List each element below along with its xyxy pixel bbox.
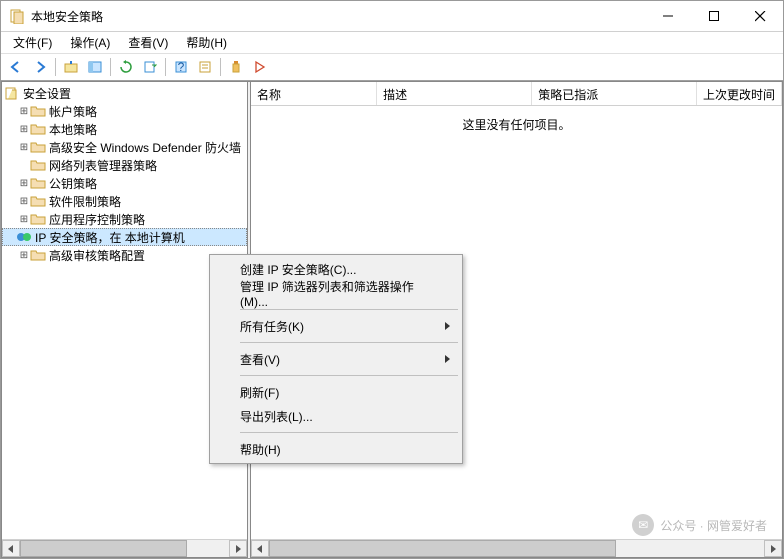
tree-label: IP 安全策略，在 本地计算机	[35, 229, 185, 246]
watermark-text: 公众号 · 网管爱好者	[660, 517, 767, 534]
separator	[240, 342, 458, 343]
ctx-all-tasks[interactable]: 所有任务(K)	[212, 314, 460, 338]
back-button[interactable]	[5, 56, 27, 78]
show-hide-tree-button[interactable]	[84, 56, 106, 78]
scroll-track[interactable]	[20, 540, 229, 557]
export-button[interactable]	[139, 56, 161, 78]
ctx-view[interactable]: 查看(V)	[212, 347, 460, 371]
tree-item-account[interactable]: ⊞ 帐户策略	[2, 102, 247, 120]
scroll-track[interactable]	[269, 540, 764, 557]
window: 本地安全策略 文件(F) 操作(A) 查看(V) 帮助(H) ?	[0, 0, 784, 559]
titlebar: 本地安全策略	[1, 1, 783, 31]
column-assigned[interactable]: 策略已指派	[532, 82, 697, 105]
tree-label: 网络列表管理器策略	[49, 157, 157, 174]
forward-button[interactable]	[29, 56, 51, 78]
menubar: 文件(F) 操作(A) 查看(V) 帮助(H)	[1, 31, 783, 53]
context-menu: 创建 IP 安全策略(C)... 管理 IP 筛选器列表和筛选器操作(M)...…	[209, 254, 463, 464]
tree-item-pubkey[interactable]: ⊞ 公钥策略	[2, 174, 247, 192]
separator	[240, 309, 458, 310]
separator	[55, 58, 56, 76]
tree-item-software[interactable]: ⊞ 软件限制策略	[2, 192, 247, 210]
folder-icon	[30, 247, 46, 263]
watermark: ✉ 公众号 · 网管爱好者	[632, 514, 767, 536]
close-button[interactable]	[737, 1, 783, 31]
tree-label: 高级审核策略配置	[49, 247, 145, 264]
empty-message: 这里没有任何项目。	[251, 106, 782, 143]
scroll-thumb[interactable]	[20, 540, 187, 557]
folder-icon	[30, 157, 46, 173]
tree-item-ipsec[interactable]: IP 安全策略，在 本地计算机	[2, 228, 247, 246]
expander-icon[interactable]: ⊞	[18, 196, 30, 207]
ctx-help[interactable]: 帮助(H)	[212, 437, 460, 461]
refresh-button[interactable]	[115, 56, 137, 78]
ipsec-icon	[16, 229, 32, 245]
app-icon	[9, 8, 25, 24]
scroll-left-button[interactable]	[251, 540, 269, 557]
expander-icon[interactable]: ⊞	[18, 250, 30, 261]
ctx-refresh[interactable]: 刷新(F)	[212, 380, 460, 404]
folder-icon	[30, 103, 46, 119]
separator	[240, 432, 458, 433]
separator	[240, 375, 458, 376]
tree-item-defender[interactable]: ⊞ 高级安全 Windows Defender 防火墙	[2, 138, 247, 156]
up-button[interactable]	[60, 56, 82, 78]
tree-root-label: 安全设置	[23, 85, 71, 102]
folder-icon	[30, 121, 46, 137]
toolbar: ?	[1, 53, 783, 81]
wechat-icon: ✉	[632, 514, 654, 536]
menu-help[interactable]: 帮助(H)	[178, 32, 235, 53]
folder-icon	[30, 139, 46, 155]
list-hscroll[interactable]	[251, 539, 782, 557]
separator	[165, 58, 166, 76]
scroll-thumb[interactable]	[269, 540, 616, 557]
tree-hscroll[interactable]	[2, 539, 247, 557]
window-controls	[645, 1, 783, 31]
tree-item-appcontrol[interactable]: ⊞ 应用程序控制策略	[2, 210, 247, 228]
tree-label: 公钥策略	[49, 175, 97, 192]
expander-icon[interactable]: ⊞	[18, 124, 30, 135]
tree-label: 高级安全 Windows Defender 防火墙	[49, 139, 241, 156]
menu-action[interactable]: 操作(A)	[62, 32, 118, 53]
folder-icon	[30, 175, 46, 191]
svg-text:?: ?	[178, 60, 185, 74]
folder-icon	[30, 211, 46, 227]
separator	[220, 58, 221, 76]
menu-view[interactable]: 查看(V)	[120, 32, 176, 53]
minimize-button[interactable]	[645, 1, 691, 31]
separator	[110, 58, 111, 76]
scroll-right-button[interactable]	[764, 540, 782, 557]
scroll-right-button[interactable]	[229, 540, 247, 557]
tree-label: 应用程序控制策略	[49, 211, 145, 228]
scroll-left-button[interactable]	[2, 540, 20, 557]
tree-label: 软件限制策略	[49, 193, 121, 210]
tree-item-local[interactable]: ⊞ 本地策略	[2, 120, 247, 138]
column-name[interactable]: 名称	[251, 82, 377, 105]
tree-item-network[interactable]: 网络列表管理器策略	[2, 156, 247, 174]
expander-icon[interactable]: ⊞	[18, 178, 30, 189]
filter-button[interactable]	[225, 56, 247, 78]
column-lastmod[interactable]: 上次更改时间	[697, 82, 782, 105]
tree-label: 帐户策略	[49, 103, 97, 120]
folder-icon	[30, 193, 46, 209]
security-icon	[4, 85, 20, 101]
ctx-manage-filters[interactable]: 管理 IP 筛选器列表和筛选器操作(M)...	[212, 281, 460, 305]
expander-icon[interactable]: ⊞	[18, 142, 30, 153]
ctx-export[interactable]: 导出列表(L)...	[212, 404, 460, 428]
window-title: 本地安全策略	[31, 8, 645, 25]
help-button[interactable]: ?	[170, 56, 192, 78]
tree-root[interactable]: 安全设置	[2, 84, 247, 102]
expander-icon[interactable]: ⊞	[18, 214, 30, 225]
action-button[interactable]	[249, 56, 271, 78]
column-headers: 名称 描述 策略已指派 上次更改时间	[251, 82, 782, 106]
menu-file[interactable]: 文件(F)	[5, 32, 60, 53]
column-desc[interactable]: 描述	[377, 82, 532, 105]
tree-label: 本地策略	[49, 121, 97, 138]
maximize-button[interactable]	[691, 1, 737, 31]
properties-button[interactable]	[194, 56, 216, 78]
expander-icon[interactable]: ⊞	[18, 106, 30, 117]
